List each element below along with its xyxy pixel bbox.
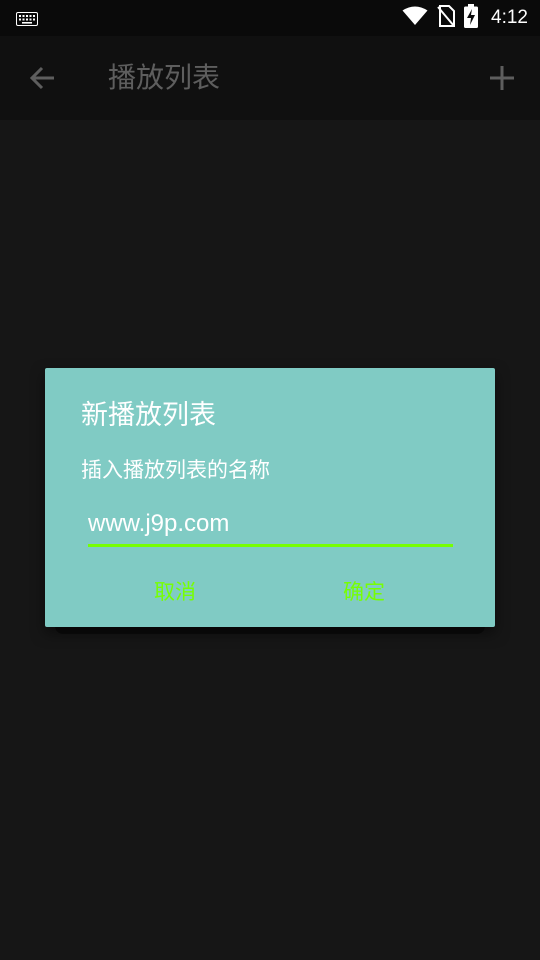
page-title: 播放列表 bbox=[108, 61, 221, 94]
new-playlist-dialog: 新播放列表 插入播放列表的名称 取消 确定 bbox=[45, 368, 495, 627]
status-bar: 4:12 bbox=[0, 0, 540, 36]
arrow-left-icon[interactable] bbox=[26, 62, 58, 94]
dialog-message: 插入播放列表的名称 bbox=[81, 458, 270, 482]
no-sim-icon bbox=[437, 5, 456, 31]
cancel-button[interactable]: 取消 bbox=[153, 574, 197, 610]
keyboard-icon bbox=[16, 11, 38, 30]
status-time: 4:12 bbox=[491, 7, 528, 28]
dialog-title: 新播放列表 bbox=[81, 400, 216, 431]
plus-icon[interactable] bbox=[486, 62, 518, 94]
ok-button[interactable]: 确定 bbox=[342, 574, 386, 610]
battery-charging-icon bbox=[464, 4, 479, 32]
wifi-icon bbox=[402, 6, 428, 30]
playlist-name-input[interactable] bbox=[88, 504, 453, 547]
toolbar: 播放列表 bbox=[0, 36, 540, 120]
